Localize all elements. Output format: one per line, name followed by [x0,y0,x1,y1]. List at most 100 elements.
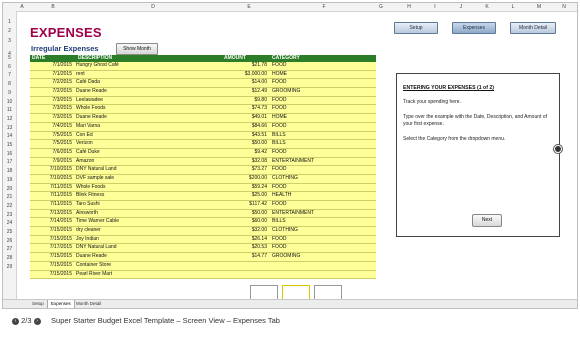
cell-category[interactable]: FOOD [272,79,372,87]
cell-description[interactable]: Amazon [76,158,226,166]
scroll-handle-icon[interactable] [554,145,562,153]
cell-description[interactable]: Whole Foods [76,105,226,113]
cell-amount[interactable]: $73.27 [224,166,267,174]
next-button[interactable]: Next [472,214,502,227]
row-number[interactable]: 2 [3,28,16,34]
cell-description[interactable]: Joy Indian [76,236,226,244]
header-description[interactable]: DESCRIPTION [78,55,112,62]
col-e[interactable]: E [239,3,259,11]
cell-description[interactable]: Duane Reade [76,114,226,122]
col-h[interactable]: H [399,3,419,11]
cell-date[interactable]: 7/15/2015 [30,253,72,261]
col-n[interactable]: N [554,3,574,11]
cell-date[interactable]: 7/15/2015 [30,262,72,270]
cell-description[interactable]: DVF sample sale [76,175,226,183]
cell-date[interactable]: 7/5/2015 [30,140,72,148]
cell-description[interactable]: Time Warner Cable [76,218,226,226]
table-row[interactable]: 7/10/2015 DNY Natural Land $73.27 FOOD [30,166,376,175]
cell-date[interactable]: 7/10/2015 [30,175,72,183]
cell-description[interactable]: Con Ed [76,132,226,140]
cell-amount[interactable]: $3,000.00 [224,71,267,79]
nav-setup-button[interactable]: Setup [394,22,438,34]
cell-category[interactable]: FOOD [272,244,372,252]
row-number[interactable]: 29 [3,264,16,270]
table-row[interactable]: 7/15/2015 Container Store [30,261,376,271]
cell-date[interactable]: 7/17/2015 [30,244,72,252]
cell-date[interactable]: 7/2/2015 [30,88,72,96]
cell-description[interactable]: Hungry Ghost Café [76,62,226,70]
table-row[interactable]: 7/10/2015 DVF sample sale $200.00 CLOTHING [30,174,376,184]
table-row[interactable]: 7/1/2015 rent $3,000.00 HOME [30,70,376,80]
row-number[interactable]: 14 [3,133,16,139]
col-g[interactable]: G [371,3,391,11]
row-number[interactable]: 18 [3,168,16,174]
cell-description[interactable]: DNY Natural Land [76,244,226,252]
cell-amount[interactable]: $50.00 [224,140,267,148]
cell-category[interactable]: CLOTHING [272,227,372,235]
table-row[interactable]: 7/9/2015 Amazon $32.08 ENTERTAINMENT [30,157,376,167]
nav-expenses-button[interactable]: Expenses [452,22,496,34]
table-row[interactable]: 7/3/2015 Whole Foods $74.73 FOOD [30,105,376,115]
cell-amount[interactable]: $59.24 [224,184,267,192]
table-row[interactable]: 7/6/2015 Café Duke $9.42 FOOD [30,148,376,158]
cell-description[interactable]: rent [76,71,226,79]
tab-month-detail[interactable]: Month Detail [73,300,104,308]
table-row[interactable]: 7/14/2015 Time Warner Cable $60.00 BILLS [30,218,376,228]
cell-description[interactable]: Pearl River Mart [76,271,226,279]
table-row[interactable]: 7/2/2015 Café Dada $14.00 FOOD [30,79,376,89]
row-number[interactable]: 16 [3,151,16,157]
col-a[interactable]: A [17,3,27,11]
header-amount[interactable]: AMOUNT [224,55,246,62]
cell-category[interactable]: ENTERTAINMENT [272,210,372,218]
header-category[interactable]: CATEGORY [272,55,300,62]
cell-amount[interactable]: $14.00 [224,79,267,87]
table-row[interactable]: 7/5/2015 Con Ed $43.51 BILLS [30,131,376,141]
cell-date[interactable]: 7/3/2015 [30,97,72,105]
table-row[interactable]: 7/3/2015 Duane Reade $49.01 HOME [30,114,376,123]
cell-date[interactable]: 7/1/2015 [30,71,72,79]
table-row[interactable]: 7/3/2015 Leelawadee $9.80 FOOD [30,96,376,106]
table-row[interactable]: 7/15/2015 Joy Indian $26.14 FOOD [30,235,376,245]
cell-description[interactable]: Café Dada [76,79,226,87]
cell-amount[interactable]: $117.42 [224,201,267,209]
cell-date[interactable]: 7/11/2015 [30,201,72,209]
cell-description[interactable]: Mari Varna [76,123,226,131]
cell-description[interactable]: DNY Natural Land [76,166,226,174]
cell-category[interactable]: BILLS [272,140,372,148]
row-number[interactable]: 10 [3,99,16,105]
cell-description[interactable]: Duane Reade [76,88,226,96]
table-row[interactable]: 7/1/2015 Hungry Ghost Café $21.78 FOOD [30,62,376,71]
cell-amount[interactable]: $21.78 [224,62,267,70]
cell-category[interactable]: FOOD [272,201,372,209]
cell-amount[interactable]: $43.51 [224,132,267,140]
cell-category[interactable]: HOME [272,114,372,122]
row-number[interactable]: 28 [3,255,16,261]
row-number[interactable]: 22 [3,203,16,209]
row-number[interactable]: 15 [3,142,16,148]
cell-amount[interactable]: $32.00 [224,227,267,235]
col-i[interactable]: I [425,3,445,11]
row-number[interactable]: 23 [3,212,16,218]
row-number[interactable]: 11 [3,107,16,113]
cell-category[interactable]: FOOD [272,236,372,244]
cell-amount[interactable]: $20.53 [224,244,267,252]
row-number[interactable]: 9 [3,90,16,96]
cell-category[interactable]: ENTERTAINMENT [272,158,372,166]
cell-description[interactable]: Ainsworth [76,210,226,218]
table-row[interactable]: 7/11/2015 Blink Fitness $25.00 HEALTH [30,192,376,201]
row-number[interactable]: 13 [3,125,16,131]
cell-date[interactable]: 7/11/2015 [30,184,72,192]
cell-amount[interactable]: $60.00 [224,218,267,226]
cell-category[interactable]: CLOTHING [272,175,372,183]
cell-amount[interactable]: $32.08 [224,158,267,166]
nav-month-detail-button[interactable]: Month Detail [510,22,556,34]
row-number[interactable]: 19 [3,177,16,183]
cell-date[interactable]: 7/13/2015 [30,210,72,218]
cell-date[interactable]: 7/2/2015 [30,79,72,87]
cell-category[interactable]: FOOD [272,97,372,105]
col-f[interactable]: F [314,3,334,11]
cell-description[interactable]: Taro Sushi [76,201,226,209]
row-number[interactable]: 12 [3,116,16,122]
table-row[interactable]: 7/17/2015 DNY Natural Land $20.53 FOOD [30,244,376,254]
cell-category[interactable]: FOOD [272,105,372,113]
